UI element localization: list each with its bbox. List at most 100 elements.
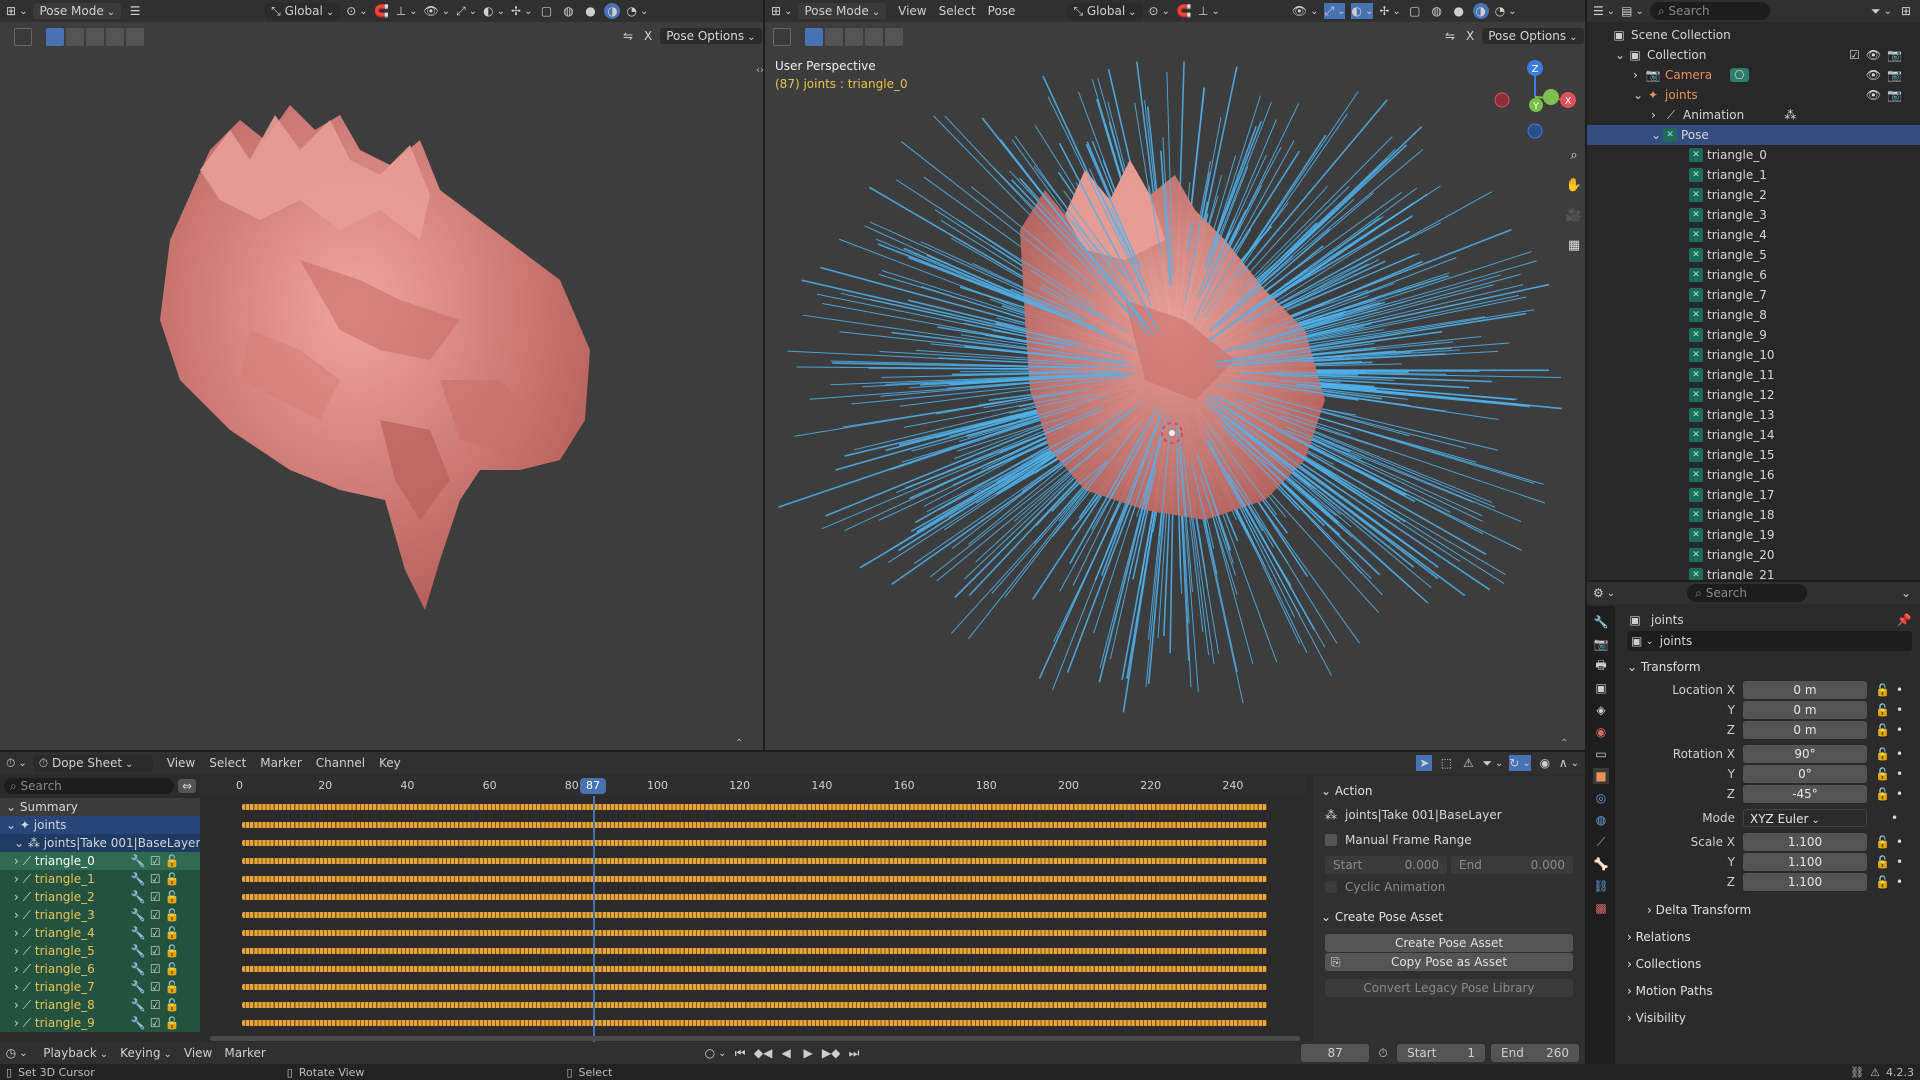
new-collection-icon[interactable]: ⊞ <box>1898 3 1914 19</box>
bone-channel[interactable]: › ⟋ triangle_1 🔧 ☑ 🔓 <box>0 870 200 888</box>
bone-channel[interactable]: › ⟋ triangle_4 🔧 ☑ 🔓 <box>0 924 200 942</box>
manual-frame-range-row[interactable]: Manual Frame Range <box>1325 833 1472 847</box>
keyframe-strip[interactable] <box>242 912 1267 918</box>
keyframe-strip[interactable] <box>242 984 1267 990</box>
cyclic-animation-row[interactable]: Cyclic Animation <box>1325 880 1445 894</box>
keyframe-dot-icon[interactable]: • <box>1896 703 1903 717</box>
channel-lock-icon[interactable]: 🔓 <box>165 1016 180 1030</box>
outliner-bone-item[interactable]: ✕ triangle_9 <box>1587 325 1920 345</box>
rotation-z-field[interactable]: -45° <box>1743 785 1867 803</box>
outliner-bone-item[interactable]: ✕ triangle_12 <box>1587 385 1920 405</box>
outliner-bone-item[interactable]: ✕ triangle_19 <box>1587 525 1920 545</box>
jump-start-icon[interactable]: ⏮ <box>732 1045 748 1061</box>
datablock-name[interactable]: joints <box>1660 634 1693 648</box>
bone-channel[interactable]: › ⟋ triangle_0 🔧 ☑ 🔓 <box>0 852 200 870</box>
eye-icon[interactable]: 👁 <box>1866 68 1881 82</box>
keyframe-dot-icon[interactable]: • <box>1891 811 1898 825</box>
channel-lock-icon[interactable]: 🔓 <box>165 908 180 922</box>
bone-channel[interactable]: › ⟋ triangle_2 🔧 ☑ 🔓 <box>0 888 200 906</box>
pan-hand-icon[interactable]: ✋ <box>1562 173 1585 197</box>
scale-z-field[interactable]: 1.100 <box>1743 873 1867 891</box>
expand-arrow-icon[interactable]: › <box>14 962 19 976</box>
channel-lock-icon[interactable]: 🔓 <box>165 890 180 904</box>
channel-lock-icon[interactable]: 🔓 <box>165 854 180 868</box>
expand-arrow-icon[interactable]: ⌄ <box>1651 128 1663 142</box>
play-reverse-icon[interactable]: ◀ <box>778 1045 794 1061</box>
lock-icon[interactable]: 🔓 <box>1875 787 1890 801</box>
outliner-bone-item[interactable]: ✕ triangle_2 <box>1587 185 1920 205</box>
create-pose-asset-section-header[interactable]: ⌄ Create Pose Asset <box>1321 906 1443 928</box>
outliner-bone-item[interactable]: ✕ triangle_6 <box>1587 265 1920 285</box>
action-end-field[interactable]: End 0.000 <box>1451 856 1573 874</box>
editor-type-icon[interactable]: ⚙ <box>1593 585 1615 601</box>
location-z-field[interactable]: 0 m <box>1743 721 1867 739</box>
right-viewport-collapse-icon[interactable]: ⌃ <box>1560 738 1568 749</box>
editor-type-icon[interactable]: ◷ <box>6 1045 27 1061</box>
keyframe-strip[interactable] <box>242 822 1267 828</box>
dope-sheet[interactable]: ⏱ ⏱ Dope Sheet View Select Marker Channe… <box>0 752 1585 1042</box>
bone-channel[interactable]: › ⟋ triangle_7 🔧 ☑ 🔓 <box>0 978 200 996</box>
channel-mute-checkbox[interactable]: ☑ <box>150 998 161 1012</box>
relations-section[interactable]: › Relations <box>1627 926 1691 948</box>
end-frame-field[interactable]: End 260 <box>1491 1044 1579 1062</box>
view-layer-tab-icon[interactable]: ▣ <box>1593 680 1609 696</box>
outliner-bone-item[interactable]: ✕ triangle_16 <box>1587 465 1920 485</box>
keyframe-strip[interactable] <box>242 894 1267 900</box>
transform-section-header[interactable]: ⌄ Transform <box>1627 656 1701 678</box>
lock-icon[interactable]: 🔓 <box>1875 767 1890 781</box>
expand-arrow-icon[interactable]: › <box>14 890 19 904</box>
properties-editor[interactable]: ⚙ ⌕ Search ⌄ 🔧 📷 🖶 ▣ ◈ ◉ ▭ ■ ◎ ◍ ⟋ 🦴 ⛓ ▩… <box>1587 582 1920 1080</box>
fcurve-modifier-icon[interactable]: 🔧 <box>131 1016 146 1030</box>
keyframe-dot-icon[interactable]: • <box>1896 747 1903 761</box>
swap-icon[interactable]: ⇔ <box>177 779 196 793</box>
outliner-bone-item[interactable]: ✕ triangle_14 <box>1587 425 1920 445</box>
fcurve-modifier-icon[interactable]: 🔧 <box>131 854 146 868</box>
interpolation-icon[interactable]: ∧ <box>1559 755 1579 771</box>
outliner-bone-item[interactable]: ✕ triangle_8 <box>1587 305 1920 325</box>
action-section-header[interactable]: ⌄ Action <box>1321 780 1372 802</box>
proportional-icon[interactable]: ◉ <box>1537 755 1553 771</box>
channel-lock-icon[interactable]: 🔓 <box>165 926 180 940</box>
left-viewport-collapse-icon[interactable]: ⌃ <box>735 738 743 749</box>
object-tab-icon[interactable]: ■ <box>1593 768 1609 784</box>
outliner-bone-item[interactable]: ✕ triangle_10 <box>1587 345 1920 365</box>
keyframe-strip[interactable] <box>242 930 1267 936</box>
outliner-camera[interactable]: › 📷 Camera ⎔ 👁 📷 <box>1587 65 1920 85</box>
outliner-bone-item[interactable]: ✕ triangle_1 <box>1587 165 1920 185</box>
output-tab-icon[interactable]: 🖶 <box>1593 658 1609 674</box>
fcurve-modifier-icon[interactable]: 🔧 <box>131 908 146 922</box>
visibility-section[interactable]: › Visibility <box>1627 1007 1686 1029</box>
channel-lock-icon[interactable]: 🔓 <box>165 962 180 976</box>
scene-tab-icon[interactable]: ◈ <box>1593 702 1609 718</box>
location-y-field[interactable]: 0 m <box>1743 701 1867 719</box>
channel-lock-icon[interactable]: 🔓 <box>165 944 180 958</box>
menu-channel[interactable]: Channel <box>316 756 365 770</box>
bone-channel[interactable]: › ⟋ triangle_9 🔧 ☑ 🔓 <box>0 1014 200 1032</box>
collection-checkbox-icon[interactable]: ☑ <box>1849 48 1860 62</box>
jump-end-icon[interactable]: ⏭ <box>846 1045 862 1061</box>
channel-mute-checkbox[interactable]: ☑ <box>150 1016 161 1030</box>
keyframe-dot-icon[interactable]: • <box>1896 767 1903 781</box>
lock-icon[interactable]: 🔓 <box>1875 875 1890 889</box>
jump-next-keyframe-icon[interactable]: ▶◆ <box>822 1045 840 1061</box>
outliner-bone-item[interactable]: ✕ triangle_18 <box>1587 505 1920 525</box>
outliner-bone-item[interactable]: ✕ triangle_7 <box>1587 285 1920 305</box>
channel-mute-checkbox[interactable]: ☑ <box>150 854 161 868</box>
keyframe-strip[interactable] <box>242 858 1267 864</box>
scale-y-field[interactable]: 1.100 <box>1743 853 1867 871</box>
current-frame-field[interactable]: 87 <box>1301 1044 1370 1062</box>
expand-arrow-icon[interactable]: › <box>14 926 19 940</box>
lock-icon[interactable]: 🔓 <box>1875 855 1890 869</box>
expand-arrow-icon[interactable]: › <box>14 872 19 886</box>
lock-icon[interactable]: 🔓 <box>1875 835 1890 849</box>
channel-search-field[interactable]: ⌕ Search <box>4 778 174 794</box>
outliner-bone-item[interactable]: ✕ triangle_21 <box>1587 565 1920 580</box>
bone-channel[interactable]: › ⟋ triangle_8 🔧 ☑ 🔓 <box>0 996 200 1014</box>
channel-lock-icon[interactable]: 🔓 <box>165 998 180 1012</box>
outliner-bone-item[interactable]: ✕ triangle_11 <box>1587 365 1920 385</box>
expand-arrow-icon[interactable]: ⌄ <box>14 836 24 850</box>
outliner-bone-item[interactable]: ✕ triangle_15 <box>1587 445 1920 465</box>
zoom-icon[interactable]: ⌕ <box>1562 143 1585 167</box>
motion-paths-section[interactable]: › Motion Paths <box>1627 980 1713 1002</box>
cyclic-checkbox[interactable] <box>1325 881 1337 893</box>
